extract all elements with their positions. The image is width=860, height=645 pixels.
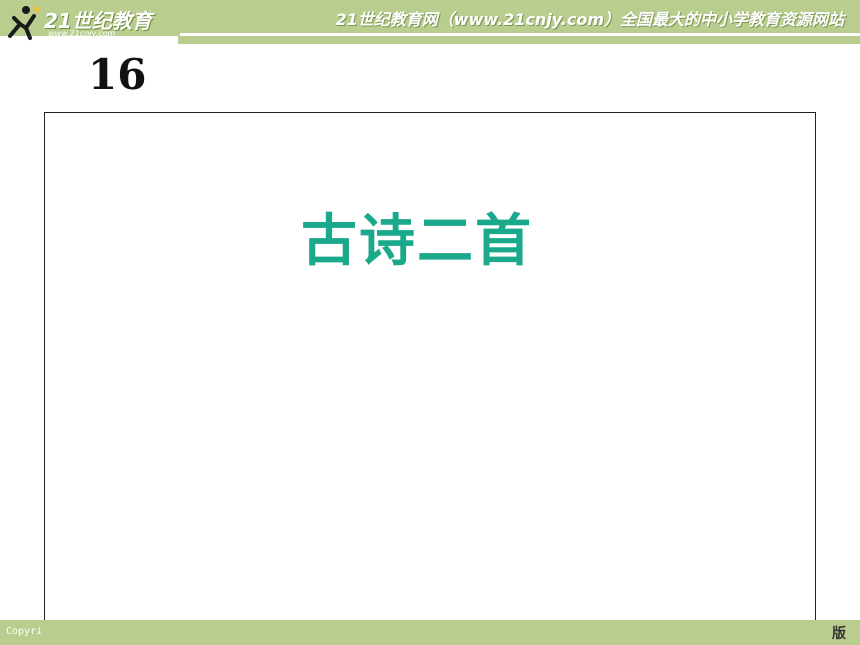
header-banner: 21世纪教育 www.21cnjy.com 21世纪教育网（www.21cnjy… — [0, 0, 860, 44]
site-slogan: 21世纪教育网（www.21cnjy.com）全国最大的中小学教育资源网站 — [335, 10, 844, 29]
slide-title: 古诗二首 — [301, 209, 533, 274]
logo-url-text: www.21cnjy.com — [48, 29, 116, 38]
lesson-number: 16 — [88, 50, 147, 99]
left-margin — [0, 44, 44, 620]
footer-banner: Copyri 版 — [0, 620, 860, 645]
edition-text: 版 — [832, 626, 846, 642]
banner-divider — [180, 33, 860, 36]
slide: 21世纪教育 www.21cnjy.com 21世纪教育网（www.21cnjy… — [0, 0, 860, 645]
copyright-text: Copyri — [6, 626, 43, 637]
site-logo[interactable]: 21世纪教育 www.21cnjy.com — [4, 2, 184, 42]
content-frame: 古诗二首 — [44, 112, 816, 645]
running-figure-logo-icon — [8, 6, 40, 40]
